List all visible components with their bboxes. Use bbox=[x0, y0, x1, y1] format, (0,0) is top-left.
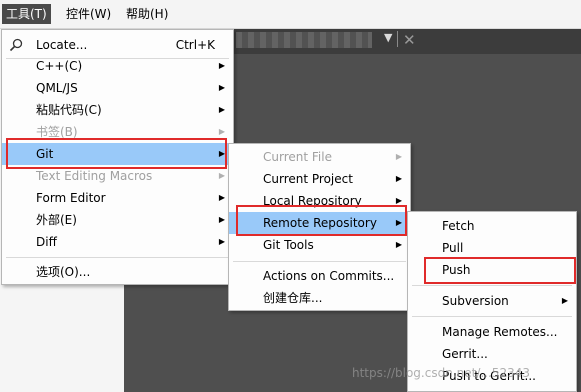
menu-item-label: Current Project bbox=[263, 172, 353, 186]
separator bbox=[412, 285, 572, 286]
chevron-right-icon: ▶ bbox=[218, 105, 225, 114]
menu-item-paste-code[interactable]: 粘贴代码(C) ▶ bbox=[2, 99, 233, 121]
menu-item-options[interactable]: 选项(O)... bbox=[2, 261, 233, 283]
menu-item-git-tools[interactable]: Git Tools ▶ bbox=[229, 234, 410, 256]
menu-item-qmljs[interactable]: QML/JS ▶ bbox=[2, 77, 233, 99]
menu-item-label: Current File bbox=[263, 150, 332, 164]
menu-item-locate[interactable]: Locate... Ctrl+K bbox=[2, 34, 233, 56]
menu-item-label: 外部(E) bbox=[36, 213, 77, 227]
separator bbox=[6, 257, 229, 258]
menu-item-label: C++(C) bbox=[36, 59, 83, 73]
annotation-box-remote-repository bbox=[236, 205, 407, 236]
annotation-box-git bbox=[6, 138, 227, 169]
chevron-right-icon: ▶ bbox=[395, 152, 402, 161]
menu-item-label: Fetch bbox=[442, 219, 475, 233]
menu-item-create-repository[interactable]: 创建仓库... bbox=[229, 287, 410, 309]
menu-item-label: Actions on Commits... bbox=[263, 269, 395, 283]
menu-tools[interactable]: 工具(T) bbox=[2, 4, 51, 24]
chevron-right-icon: ▶ bbox=[218, 237, 225, 246]
menu-item-fetch[interactable]: Fetch bbox=[408, 215, 576, 237]
menu-item-form-editor[interactable]: Form Editor ▶ bbox=[2, 187, 233, 209]
chevron-right-icon: ▶ bbox=[218, 193, 225, 202]
menu-item-label: Manage Remotes... bbox=[442, 325, 558, 339]
shortcut-label: Ctrl+K bbox=[175, 38, 215, 52]
menu-item-label: Subversion bbox=[442, 294, 509, 308]
menu-item-external[interactable]: 外部(E) ▶ bbox=[2, 209, 233, 231]
menu-item-label: 选项(O)... bbox=[36, 265, 91, 279]
menu-item-label: Locate... bbox=[36, 38, 88, 52]
menu-item-label: Gerrit... bbox=[442, 347, 488, 361]
menu-item-label: QML/JS bbox=[36, 81, 78, 95]
annotation-box-push bbox=[424, 257, 576, 284]
menu-item-gerrit[interactable]: Gerrit... bbox=[408, 343, 576, 365]
tab-dropdown-icon[interactable]: ▼ bbox=[384, 31, 392, 44]
menu-item-label: Pull bbox=[442, 241, 464, 255]
menu-item-cpp[interactable]: C++(C) ▶ bbox=[2, 55, 233, 77]
menu-item-subversion[interactable]: Subversion ▶ bbox=[408, 290, 576, 312]
menu-item-label: Form Editor bbox=[36, 191, 106, 205]
chevron-right-icon: ▶ bbox=[218, 83, 225, 92]
menu-item-current-project[interactable]: Current Project ▶ bbox=[229, 168, 410, 190]
editor-tab-blurred[interactable] bbox=[236, 32, 372, 48]
menu-item-current-file[interactable]: Current File ▶ bbox=[229, 146, 410, 168]
menu-item-actions-on-commits[interactable]: Actions on Commits... bbox=[229, 265, 410, 287]
menu-item-manage-remotes[interactable]: Manage Remotes... bbox=[408, 321, 576, 343]
chevron-right-icon: ▶ bbox=[395, 240, 402, 249]
chevron-right-icon: ▶ bbox=[218, 61, 225, 70]
close-icon[interactable]: ✕ bbox=[403, 31, 416, 49]
chevron-right-icon: ▶ bbox=[395, 174, 402, 183]
watermark: https://blog.csdn.net/...52343 bbox=[352, 366, 530, 380]
search-icon bbox=[9, 38, 23, 52]
menu-controls[interactable]: 控件(W) bbox=[62, 4, 115, 24]
tab-separator bbox=[397, 31, 398, 47]
menu-item-label: Git Tools bbox=[263, 238, 314, 252]
separator bbox=[412, 316, 572, 317]
menu-help[interactable]: 帮助(H) bbox=[122, 4, 172, 24]
menu-item-label: Diff bbox=[36, 235, 57, 249]
chevron-right-icon: ▶ bbox=[218, 215, 225, 224]
separator bbox=[233, 261, 406, 262]
menu-item-label: 创建仓库... bbox=[263, 291, 323, 305]
menu-item-diff[interactable]: Diff ▶ bbox=[2, 231, 233, 253]
menu-item-label: 粘贴代码(C) bbox=[36, 103, 102, 117]
menu-item-pull[interactable]: Pull bbox=[408, 237, 576, 259]
menubar: 工具(T) 控件(W) 帮助(H) bbox=[0, 0, 581, 29]
chevron-right-icon: ▶ bbox=[561, 296, 568, 305]
remote-repository-submenu: Fetch Pull Push Subversion ▶ Manage Remo… bbox=[407, 211, 577, 392]
